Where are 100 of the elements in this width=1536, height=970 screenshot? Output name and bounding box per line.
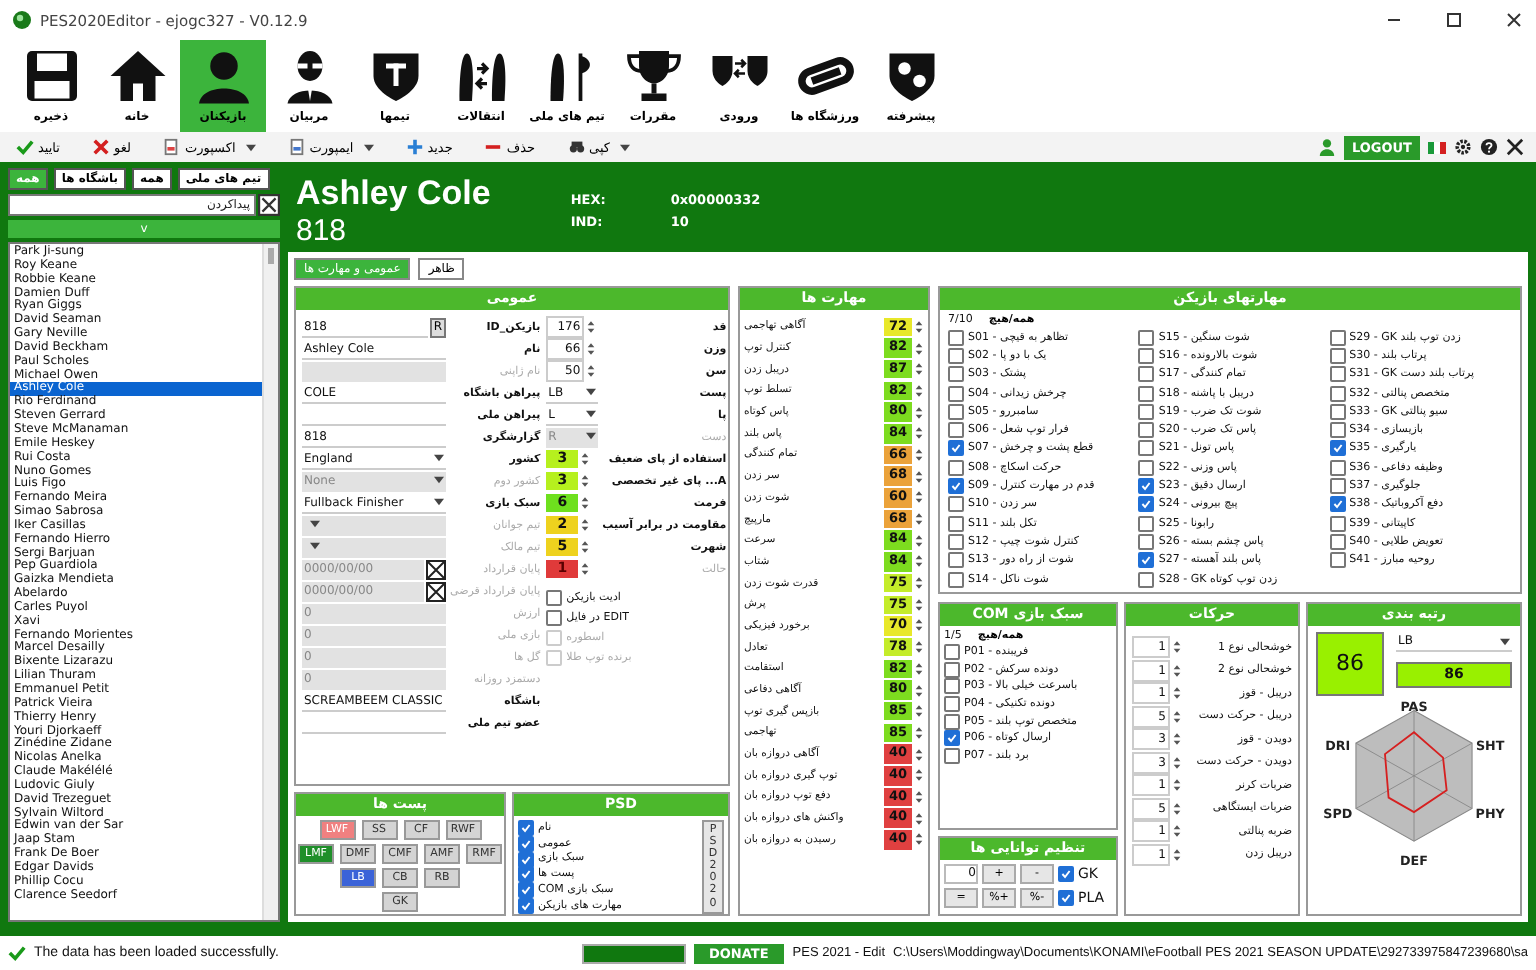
caret-icon	[586, 388, 597, 396]
spin-buttons[interactable]	[1172, 753, 1182, 772]
caret-icon	[434, 476, 444, 484]
checkbox[interactable]	[1329, 459, 1346, 476]
check-icon	[8, 944, 26, 962]
spin-buttons[interactable]	[1172, 707, 1182, 726]
caret-icon	[434, 498, 444, 506]
checkbox[interactable]	[1329, 515, 1346, 532]
checkbox[interactable]	[1058, 890, 1074, 907]
player-name: Ashley Cole	[296, 173, 491, 213]
checkbox[interactable]	[948, 366, 965, 383]
maximize-icon[interactable]	[1444, 10, 1464, 30]
spin-buttons[interactable]	[586, 340, 597, 358]
checkbox[interactable]	[518, 882, 534, 899]
plus-icon	[405, 138, 424, 156]
checkbox[interactable]	[1329, 478, 1346, 495]
overall-rating: 86	[1316, 632, 1384, 696]
checkbox[interactable]	[1329, 403, 1346, 420]
checkbox[interactable]	[948, 496, 965, 513]
checkbox[interactable]	[944, 678, 960, 695]
checkbox[interactable]	[1138, 478, 1155, 495]
settings-icon[interactable]	[1454, 138, 1472, 156]
close-icon[interactable]	[1504, 10, 1524, 30]
close-icon[interactable]	[1506, 138, 1524, 156]
spin-buttons[interactable]	[1172, 799, 1182, 818]
checkbox[interactable]	[518, 819, 534, 836]
checkbox[interactable]	[1329, 552, 1346, 569]
trophy-icon	[623, 46, 683, 106]
flag-icon[interactable]	[1428, 141, 1446, 153]
document-icon	[287, 138, 306, 156]
checkbox[interactable]	[1329, 533, 1346, 550]
checkbox[interactable]	[1329, 347, 1346, 364]
checkbox[interactable]	[546, 609, 563, 625]
checkbox[interactable]	[948, 440, 965, 457]
checkbox[interactable]	[1138, 459, 1155, 476]
spin-buttons[interactable]	[1172, 845, 1182, 864]
checkbox[interactable]	[944, 747, 960, 764]
checkbox[interactable]	[1138, 403, 1155, 420]
checkbox[interactable]	[948, 533, 965, 550]
user-icon	[1317, 138, 1336, 156]
caret-icon	[310, 542, 320, 550]
checkbox[interactable]	[1329, 422, 1346, 439]
checkbox[interactable]	[1329, 385, 1346, 402]
checkbox[interactable]	[948, 422, 965, 439]
checkbox[interactable]	[1329, 496, 1346, 513]
help-icon[interactable]	[1480, 138, 1498, 156]
caret-icon	[1500, 637, 1510, 645]
checkbox[interactable]	[1138, 571, 1155, 587]
checkbox[interactable]	[1329, 366, 1346, 383]
checkbox[interactable]	[948, 515, 965, 532]
checkbox[interactable]	[518, 835, 534, 852]
checkbox[interactable]	[1138, 347, 1155, 364]
caret-icon	[363, 143, 374, 151]
person-icon	[193, 46, 253, 106]
checkbox[interactable]	[1138, 385, 1155, 402]
clear-search-button[interactable]	[258, 194, 280, 216]
caret-icon	[586, 432, 597, 440]
checkbox[interactable]	[1138, 496, 1155, 513]
spin-buttons[interactable]	[1172, 776, 1182, 795]
checkbox[interactable]	[1058, 865, 1074, 882]
checkbox[interactable]	[1138, 329, 1155, 346]
checkbox[interactable]	[944, 696, 960, 713]
binoculars-icon	[567, 138, 586, 156]
checkbox[interactable]	[948, 459, 965, 476]
scrollbar[interactable]	[262, 244, 278, 920]
checkbox[interactable]	[1329, 440, 1346, 457]
checkbox[interactable]	[948, 403, 965, 420]
checkbox[interactable]	[518, 897, 534, 914]
spin-buttons[interactable]	[1172, 822, 1182, 841]
checkbox[interactable]	[546, 589, 563, 605]
checkbox[interactable]	[1138, 440, 1155, 457]
checkbox[interactable]	[944, 730, 960, 747]
checkbox[interactable]	[1329, 329, 1346, 346]
checkbox[interactable]	[948, 571, 965, 587]
checkbox[interactable]	[948, 385, 965, 402]
spin-buttons[interactable]	[1172, 661, 1182, 680]
caret-icon	[245, 143, 256, 151]
checkbox[interactable]	[1138, 422, 1155, 439]
checkbox[interactable]	[948, 329, 965, 346]
spin-buttons[interactable]	[586, 362, 597, 380]
checkbox[interactable]	[944, 661, 960, 678]
spin-buttons[interactable]	[1172, 638, 1182, 657]
clear-date-button[interactable]	[426, 559, 446, 579]
checkbox[interactable]	[1138, 366, 1155, 383]
checkbox[interactable]	[944, 713, 960, 730]
checkbox[interactable]	[1138, 552, 1155, 569]
checkbox[interactable]	[948, 552, 965, 569]
checkbox[interactable]	[944, 644, 960, 661]
checkbox[interactable]	[518, 851, 534, 867]
checkbox[interactable]	[1138, 533, 1155, 550]
spin-buttons[interactable]	[1172, 730, 1182, 749]
spin-buttons[interactable]	[1172, 684, 1182, 703]
caret-icon	[620, 143, 631, 151]
checkbox[interactable]	[518, 866, 534, 883]
checkbox[interactable]	[948, 478, 965, 495]
spin-buttons[interactable]	[586, 318, 597, 336]
clear-date-button[interactable]	[426, 581, 446, 601]
caret-icon	[434, 454, 444, 462]
checkbox[interactable]	[1138, 515, 1155, 532]
checkbox[interactable]	[948, 347, 965, 364]
